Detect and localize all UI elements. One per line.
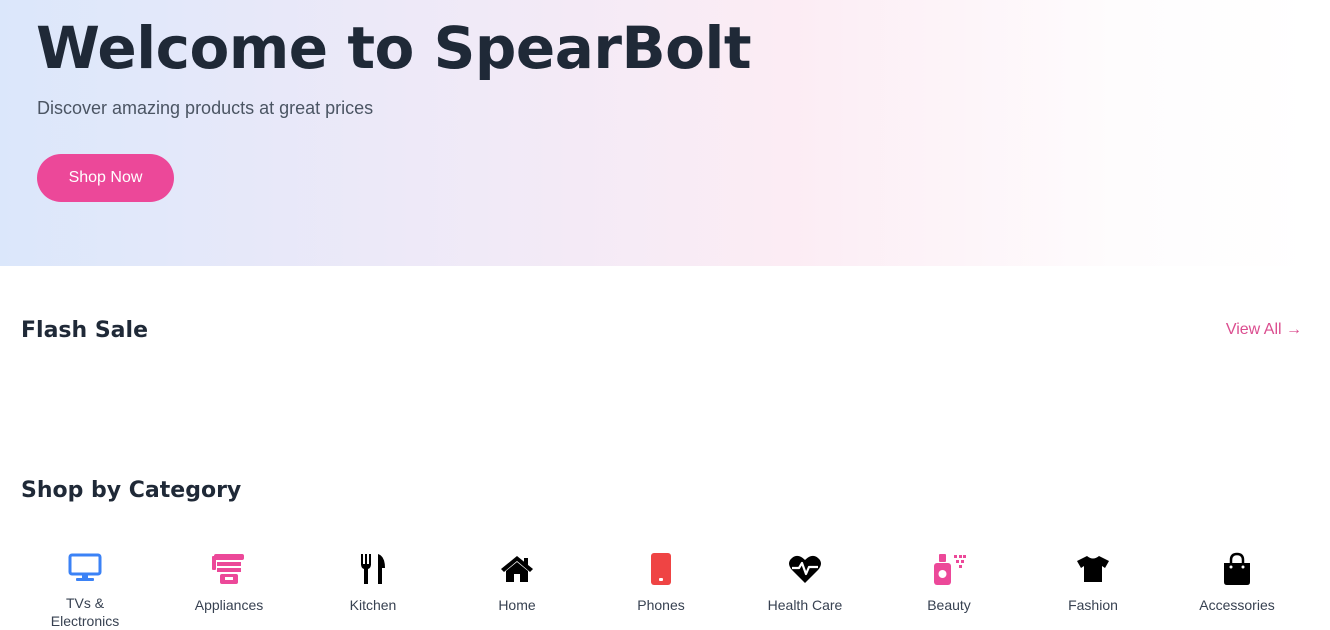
house-icon <box>500 550 534 588</box>
monitor-icon <box>68 550 102 586</box>
tshirt-icon <box>1076 550 1110 588</box>
category-beauty[interactable]: Beauty <box>877 550 1021 630</box>
category-label: Beauty <box>927 597 971 613</box>
category-health-care[interactable]: Health Care <box>733 550 877 630</box>
appliance-icon <box>212 550 246 588</box>
hero-title: Welcome to SpearBolt <box>36 14 752 82</box>
category-label: Fashion <box>1068 597 1118 613</box>
category-list: TVs & Electronics Appliances Kitchen Hom… <box>13 550 1309 629</box>
category-label: Accessories <box>1199 597 1275 613</box>
category-phones[interactable]: Phones <box>589 550 733 630</box>
category-tvs-electronics[interactable]: TVs & Electronics <box>13 550 157 630</box>
category-label: Phones <box>637 597 685 613</box>
view-all-link[interactable]: View All → <box>1226 321 1302 339</box>
category-label: Kitchen <box>349 597 397 613</box>
phone-icon <box>644 550 678 588</box>
category-appliances[interactable]: Appliances <box>157 550 301 630</box>
category-label: TVs & Electronics <box>50 595 120 629</box>
category-fashion[interactable]: Fashion <box>1021 550 1165 630</box>
category-home[interactable]: Home <box>445 550 589 630</box>
category-label: Appliances <box>194 597 264 613</box>
shop-now-button[interactable]: Shop Now <box>37 154 174 202</box>
hero-banner: Welcome to SpearBolt Discover amazing pr… <box>0 0 1314 266</box>
spray-bottle-icon <box>932 550 966 588</box>
category-label: Home <box>498 597 536 613</box>
shopping-bag-icon <box>1220 550 1254 588</box>
category-kitchen[interactable]: Kitchen <box>301 550 445 630</box>
utensils-icon <box>356 550 390 588</box>
category-label: Health Care <box>767 597 843 613</box>
hero-subtitle: Discover amazing products at great price… <box>37 98 374 118</box>
heartbeat-icon <box>788 550 822 588</box>
flash-sale-title: Flash Sale <box>21 318 148 343</box>
shop-by-category-title: Shop by Category <box>21 478 242 503</box>
category-accessories[interactable]: Accessories <box>1165 550 1309 630</box>
